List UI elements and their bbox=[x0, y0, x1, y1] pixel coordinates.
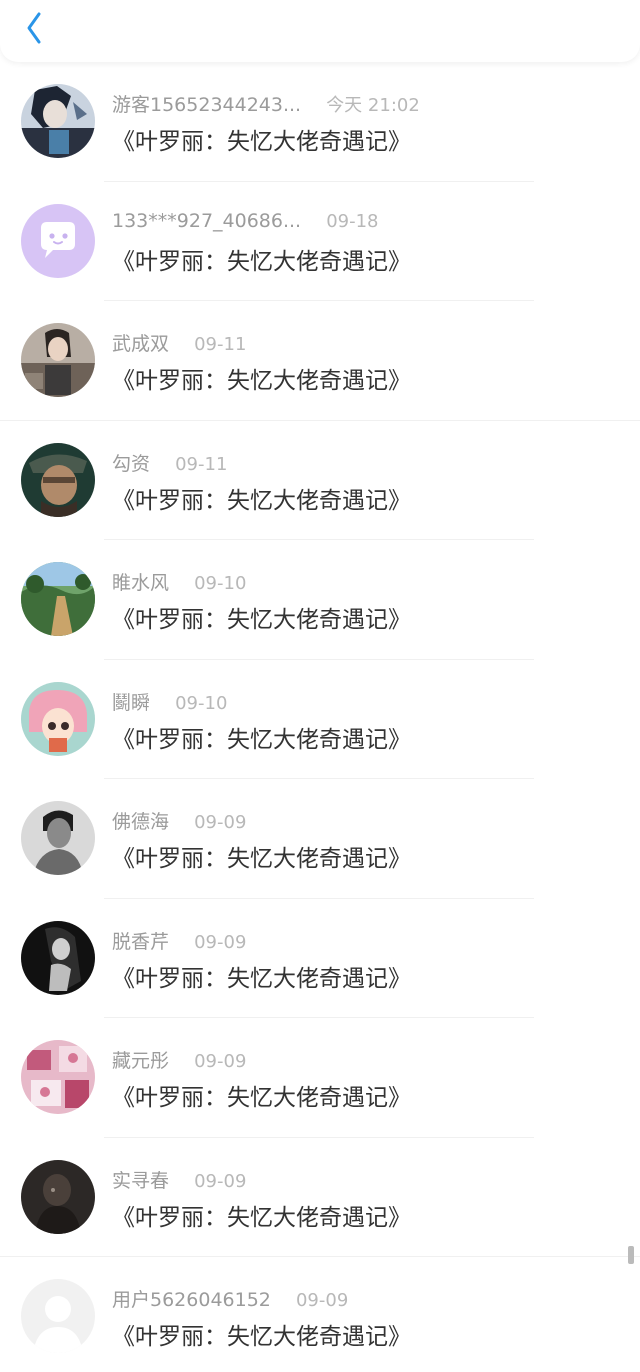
avatar[interactable] bbox=[21, 84, 95, 158]
list-item[interactable]: 游客15652344243... 今天 21:02 《叶罗丽：失忆大佬奇遇记》 bbox=[0, 62, 640, 182]
book-title[interactable]: 《叶罗丽：失忆大佬奇遇记》 bbox=[112, 1078, 411, 1112]
list-item[interactable]: 用户5626046152 09-09 《叶罗丽：失忆大佬奇遇记》 bbox=[0, 1257, 640, 1372]
timestamp: 09-09 bbox=[295, 1290, 349, 1311]
timestamp: 09-11 bbox=[175, 453, 228, 475]
chevron-left-icon bbox=[27, 12, 41, 44]
message-list: 游客15652344243... 今天 21:02 《叶罗丽：失忆大佬奇遇记》 … bbox=[0, 62, 640, 1372]
avatar[interactable] bbox=[21, 1279, 95, 1353]
avatar[interactable] bbox=[21, 203, 95, 278]
username: 武成双 bbox=[112, 333, 170, 355]
username: 133***927_40686... bbox=[112, 209, 302, 232]
avatar[interactable] bbox=[21, 801, 95, 875]
book-title[interactable]: 《叶罗丽：失忆大佬奇遇记》 bbox=[112, 839, 411, 873]
book-title[interactable]: 《叶罗丽：失忆大佬奇遇记》 bbox=[112, 1317, 411, 1351]
username: 藏元彤 bbox=[112, 1050, 170, 1072]
timestamp: 09-10 bbox=[194, 573, 247, 594]
username: 用户5626046152 bbox=[112, 1289, 271, 1311]
top-bar bbox=[0, 0, 640, 62]
scrollbar-thumb[interactable] bbox=[628, 1246, 634, 1264]
username: 脱香芹 bbox=[112, 930, 170, 953]
avatar[interactable] bbox=[21, 681, 95, 756]
username: 睢水风 bbox=[112, 572, 170, 594]
book-title[interactable]: 《叶罗丽：失忆大佬奇遇记》 bbox=[112, 1198, 411, 1232]
avatar[interactable] bbox=[21, 920, 95, 995]
username: 游客15652344243... bbox=[112, 94, 302, 116]
book-title[interactable]: 《叶罗丽：失忆大佬奇遇记》 bbox=[112, 242, 411, 276]
book-title[interactable]: 《叶罗丽：失忆大佬奇遇记》 bbox=[112, 361, 411, 395]
timestamp: 09-09 bbox=[194, 1051, 247, 1072]
timestamp: 09-18 bbox=[326, 210, 379, 232]
avatar[interactable] bbox=[21, 323, 95, 397]
list-item[interactable]: 实寻春 09-09 《叶罗丽：失忆大佬奇遇记》 bbox=[0, 1138, 640, 1257]
timestamp: 今天 21:02 bbox=[326, 95, 420, 116]
list-item[interactable]: 武成双 09-11 《叶罗丽：失忆大佬奇遇记》 bbox=[0, 301, 640, 421]
username: 勾资 bbox=[112, 452, 151, 475]
book-title[interactable]: 《叶罗丽：失忆大佬奇遇记》 bbox=[112, 959, 411, 993]
avatar[interactable] bbox=[21, 442, 95, 517]
avatar[interactable] bbox=[21, 1040, 95, 1114]
book-title[interactable]: 《叶罗丽：失忆大佬奇遇记》 bbox=[112, 481, 411, 515]
avatar[interactable] bbox=[21, 562, 95, 636]
list-item[interactable]: 鬬瞬 09-10 《叶罗丽：失忆大佬奇遇记》 bbox=[0, 660, 640, 779]
book-title[interactable]: 《叶罗丽：失忆大佬奇遇记》 bbox=[112, 720, 411, 754]
username: 实寻春 bbox=[112, 1169, 170, 1192]
list-item[interactable]: 133***927_40686... 09-18 《叶罗丽：失忆大佬奇遇记》 bbox=[0, 182, 640, 301]
book-title[interactable]: 《叶罗丽：失忆大佬奇遇记》 bbox=[112, 122, 411, 156]
timestamp: 09-11 bbox=[194, 334, 247, 355]
list-item[interactable]: 脱香芹 09-09 《叶罗丽：失忆大佬奇遇记》 bbox=[0, 899, 640, 1018]
list-item[interactable]: 佛德海 09-09 《叶罗丽：失忆大佬奇遇记》 bbox=[0, 779, 640, 899]
list-item[interactable]: 睢水风 09-10 《叶罗丽：失忆大佬奇遇记》 bbox=[0, 540, 640, 660]
list-item[interactable]: 勾资 09-11 《叶罗丽：失忆大佬奇遇记》 bbox=[0, 421, 640, 540]
back-button[interactable] bbox=[14, 8, 54, 48]
avatar[interactable] bbox=[21, 1159, 95, 1234]
timestamp: 09-09 bbox=[194, 1170, 247, 1192]
list-item[interactable]: 藏元彤 09-09 《叶罗丽：失忆大佬奇遇记》 bbox=[0, 1018, 640, 1138]
timestamp: 09-09 bbox=[194, 812, 247, 833]
timestamp: 09-10 bbox=[175, 692, 228, 714]
username: 佛德海 bbox=[112, 811, 170, 833]
book-title[interactable]: 《叶罗丽：失忆大佬奇遇记》 bbox=[112, 600, 411, 634]
username: 鬬瞬 bbox=[112, 691, 151, 714]
timestamp: 09-09 bbox=[194, 931, 247, 953]
